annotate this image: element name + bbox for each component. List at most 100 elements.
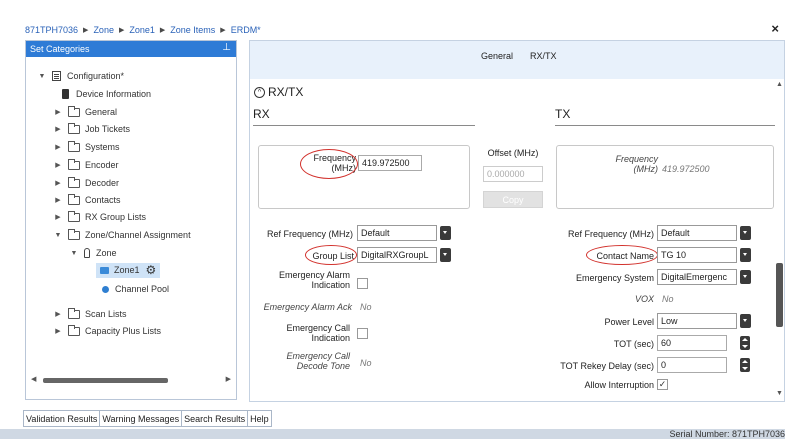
collapsed-arrow-icon[interactable]: ▶ — [54, 143, 62, 151]
set-categories-panel: Set Categories ⊥ ▼ Configuration* Device… — [25, 40, 237, 400]
tot-input[interactable]: 60 — [657, 335, 727, 351]
tree-item-label: RX Group Lists — [85, 212, 147, 222]
scrollbar-thumb[interactable] — [43, 378, 168, 383]
collapsed-arrow-icon[interactable]: ▶ — [54, 327, 62, 335]
breadcrumb-item-device[interactable]: 871TPH7036 — [25, 25, 78, 35]
expanded-arrow-icon[interactable]: ▼ — [70, 250, 78, 257]
tab-warning-messages[interactable]: Warning Messages — [100, 411, 183, 426]
breadcrumb-item-erdm[interactable]: ERDM* — [231, 25, 261, 35]
tree-item-scan-lists[interactable]: ▶ Scan Lists — [54, 307, 127, 321]
power-level-select[interactable]: Low — [657, 313, 737, 329]
tx-ref-frequency-select[interactable]: Default — [657, 225, 737, 241]
folder-icon — [68, 210, 80, 222]
collapsed-arrow-icon[interactable]: ▶ — [54, 179, 62, 187]
tab-general[interactable]: General — [481, 51, 513, 61]
tree-item-decoder[interactable]: ▶ Decoder — [54, 176, 119, 190]
tree-item-job-tickets[interactable]: ▶ Job Tickets — [54, 122, 130, 136]
rx-frequency-input[interactable]: 419.972500 — [358, 155, 422, 171]
tree-item-zone[interactable]: ▼ Zone — [70, 246, 117, 260]
vertical-scrollbar[interactable]: ▲ ▼ — [776, 81, 784, 397]
contact-name-select[interactable]: TG 10 — [657, 247, 737, 263]
tree-item-label: General — [85, 107, 118, 117]
gear-icon[interactable]: ⚙ — [146, 263, 157, 277]
allow-interruption-checkbox[interactable]: ✓ — [657, 379, 668, 390]
chevron-down-icon[interactable] — [740, 270, 751, 284]
tree-item-contacts[interactable]: ▶ Contacts — [54, 193, 121, 207]
device-icon — [62, 89, 69, 99]
emergency-system-select[interactable]: DigitalEmergenc — [657, 269, 737, 285]
pin-icon[interactable]: ⊥ — [222, 42, 231, 53]
folder-icon — [68, 122, 80, 134]
collapsed-arrow-icon[interactable]: ▶ — [54, 108, 62, 116]
scroll-up-icon[interactable]: ▲ — [776, 81, 783, 88]
collapsed-arrow-icon[interactable]: ▶ — [54, 161, 62, 169]
chevron-down-icon[interactable] — [440, 226, 451, 240]
emergency-call-decode-tone-value: No — [360, 358, 372, 368]
offset-input[interactable]: 0.000000 — [483, 166, 543, 182]
collapsed-arrow-icon[interactable]: ▶ — [54, 196, 62, 204]
tab-search-results[interactable]: Search Results — [182, 411, 249, 426]
collapsed-arrow-icon[interactable]: ▶ — [54, 213, 62, 221]
emergency-system-label: Emergency System — [575, 273, 654, 283]
tree-item-configuration[interactable]: ▼ Configuration* — [38, 69, 124, 83]
scroll-left-icon[interactable]: ◀ — [31, 375, 36, 383]
breadcrumb-bar: 871TPH7036 ▶ Zone ▶ Zone1 ▶ Zone Items ▶… — [0, 0, 785, 38]
highlight-ring — [305, 245, 357, 265]
chevron-down-icon[interactable] — [440, 248, 451, 262]
chevron-down-icon[interactable] — [740, 314, 751, 328]
close-icon[interactable]: × — [771, 21, 779, 36]
copy-button[interactable]: Copy — [483, 191, 543, 208]
tree-item-capacity-plus-lists[interactable]: ▶ Capacity Plus Lists — [54, 324, 161, 338]
horizontal-scrollbar[interactable]: ◀ ▶ — [31, 375, 231, 385]
tot-rekey-delay-stepper-icon[interactable] — [740, 358, 750, 372]
tab-validation-results[interactable]: Validation Results — [24, 411, 101, 426]
tree-item-label: Zone1 — [114, 265, 140, 275]
tree-item-zone-channel-assignment[interactable]: ▼ Zone/Channel Assignment — [54, 228, 191, 242]
collapsed-arrow-icon[interactable]: ▶ — [54, 125, 62, 133]
chevron-down-icon[interactable] — [740, 248, 751, 262]
tree-item-encoder[interactable]: ▶ Encoder — [54, 158, 119, 172]
emergency-alarm-indication-checkbox[interactable] — [357, 278, 368, 289]
tx-frequency-group — [556, 145, 774, 209]
rx-ref-frequency-select[interactable]: Default — [357, 225, 437, 241]
scroll-right-icon[interactable]: ▶ — [226, 375, 231, 383]
tree-item-device-information[interactable]: Device Information — [62, 87, 151, 101]
breadcrumb-item-zone[interactable]: Zone — [93, 25, 114, 35]
chevron-down-icon[interactable] — [740, 226, 751, 240]
allow-interruption-label: Allow Interruption — [584, 380, 654, 390]
breadcrumb-item-zone-items[interactable]: Zone Items — [170, 25, 215, 35]
expanded-arrow-icon[interactable]: ▼ — [38, 73, 46, 80]
folder-icon — [68, 158, 80, 170]
tree-item-rx-group-lists[interactable]: ▶ RX Group Lists — [54, 210, 146, 224]
breadcrumb-item-zone1[interactable]: Zone1 — [129, 25, 155, 35]
collapse-icon[interactable]: ^ — [254, 86, 265, 98]
tot-rekey-delay-input[interactable]: 0 — [657, 357, 727, 373]
tree-item-label: Systems — [85, 142, 120, 152]
bottom-tab-bar: Validation Results Warning Messages Sear… — [23, 410, 272, 427]
rx-divider — [253, 125, 475, 126]
emergency-alarm-ack-label: Emergency Alarm Ack — [263, 302, 352, 312]
channel-pool-icon — [102, 285, 109, 293]
tree-item-general[interactable]: ▶ General — [54, 105, 117, 119]
scrollbar-thumb[interactable] — [776, 263, 783, 327]
tree-item-systems[interactable]: ▶ Systems — [54, 140, 120, 154]
group-list-select[interactable]: DigitalRXGroupL — [357, 247, 437, 263]
tab-rx-tx[interactable]: RX/TX — [530, 51, 557, 61]
selected-row[interactable]: Zone1 ⚙ — [96, 262, 161, 278]
scroll-down-icon[interactable]: ▼ — [776, 390, 783, 397]
rx-ref-frequency-label: Ref Frequency (MHz) — [266, 229, 353, 239]
tot-stepper-icon[interactable] — [740, 336, 750, 350]
zone-folder-icon — [100, 266, 109, 274]
section-header[interactable]: ^ RX/TX — [254, 85, 303, 99]
tab-help[interactable]: Help — [248, 411, 271, 426]
tx-frequency-value: 419.972500 — [662, 164, 710, 174]
tree-item-label: Device Information — [76, 89, 152, 99]
rx-heading: RX — [253, 107, 270, 121]
emergency-call-indication-checkbox[interactable] — [357, 328, 368, 339]
tree-item-label: Encoder — [85, 160, 119, 170]
collapsed-arrow-icon[interactable]: ▶ — [54, 310, 62, 318]
tree-item-zone1[interactable]: Zone1 ⚙ — [96, 262, 161, 278]
expanded-arrow-icon[interactable]: ▼ — [54, 232, 62, 239]
tree-item-channel-pool[interactable]: Channel Pool — [102, 282, 169, 296]
tree-item-label: Decoder — [85, 178, 120, 188]
